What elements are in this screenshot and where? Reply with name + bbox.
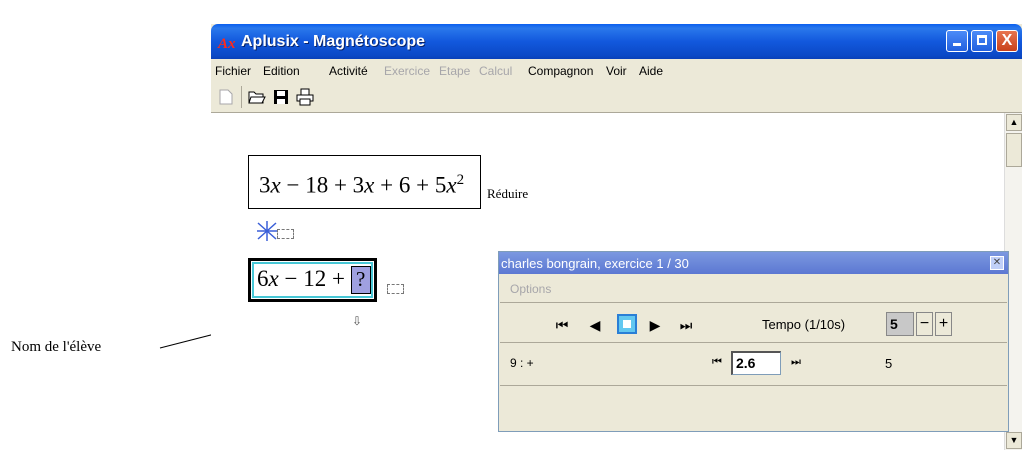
menu-edition[interactable]: Edition: [263, 64, 300, 78]
toolbar-separator: [241, 86, 242, 108]
play-forward-icon: ▶: [649, 317, 661, 333]
time-back-button[interactable]: ⏮: [709, 351, 725, 373]
empty-annotation-box[interactable]: [277, 229, 294, 239]
tempo-decrease-button[interactable]: −: [916, 312, 933, 336]
next-step-button[interactable]: ▶: [644, 314, 666, 336]
step-label: 9 : +: [510, 356, 534, 370]
divider: [500, 342, 1007, 343]
app-logo-icon: Ax: [218, 36, 236, 52]
save-disk-icon[interactable]: [270, 86, 292, 108]
title-bar[interactable]: Ax Aplusix - Magnétoscope X: [211, 24, 1022, 59]
tempo-value[interactable]: 5: [886, 312, 914, 336]
printer-icon[interactable]: [294, 86, 316, 108]
stop-button[interactable]: [617, 314, 637, 334]
action-label-reduire: Réduire: [487, 186, 529, 201]
step-count-value: 5: [885, 356, 893, 371]
menu-bar: Fichier Edition Activité Exercice Etape …: [211, 59, 1022, 81]
menu-fichier[interactable]: Fichier: [215, 64, 251, 78]
options-menu[interactable]: Options: [510, 282, 551, 296]
divider: [500, 302, 1007, 303]
player-title-bar[interactable]: charles bongrain, exercice 1 / 30 ✕: [499, 252, 1008, 274]
down-arrow-icon: ⇩: [352, 314, 363, 328]
menu-etape[interactable]: Etape: [439, 64, 470, 78]
skip-to-end-icon: ⏭: [679, 317, 693, 333]
player-close-icon[interactable]: ✕: [990, 256, 1004, 270]
toolbar: [211, 82, 1022, 113]
scroll-up-icon[interactable]: ▲: [1006, 114, 1022, 131]
new-document-icon[interactable]: [215, 86, 237, 108]
menu-exercice[interactable]: Exercice: [384, 64, 430, 78]
divider: [500, 385, 1007, 386]
placeholder-cursor[interactable]: ?: [350, 266, 371, 294]
step-transition-icon[interactable]: [256, 220, 278, 242]
skip-to-start-icon: ⏮: [555, 317, 569, 333]
time-forward-button[interactable]: ⏭: [788, 351, 804, 373]
close-icon: X: [1001, 32, 1013, 49]
expression-box-1[interactable]: 3x − 18 + 3x + 6 + 5x2: [248, 155, 481, 209]
scroll-down-icon[interactable]: ▼: [1006, 432, 1022, 449]
expression-1: 3x − 18 + 3x + 6 + 5x2: [259, 172, 465, 198]
empty-annotation-box-2[interactable]: [387, 284, 404, 294]
menu-compagnon[interactable]: Compagnon: [528, 64, 593, 78]
maximize-icon: [977, 35, 987, 45]
scroll-thumb[interactable]: [1006, 133, 1022, 167]
expression-box-2[interactable]: 6x − 12 + ?: [248, 258, 377, 302]
minimize-button[interactable]: [946, 30, 968, 52]
time-input[interactable]: 2.6: [731, 351, 781, 375]
window-title: Aplusix - Magnétoscope: [241, 33, 426, 50]
menu-aide[interactable]: Aide: [639, 64, 663, 78]
menu-activite[interactable]: Activité: [329, 64, 368, 78]
student-exercise-title: charles bongrain, exercice 1 / 30: [501, 256, 689, 271]
maximize-button[interactable]: [971, 30, 993, 52]
student-name-callout-label: Nom de l'élève: [11, 339, 102, 355]
close-button[interactable]: X: [996, 30, 1018, 52]
tempo-increase-button[interactable]: +: [935, 312, 952, 336]
expression-2: 6x − 12 + ?: [257, 266, 371, 294]
minimize-icon: [953, 43, 961, 46]
tempo-label: Tempo (1/10s): [762, 317, 846, 332]
previous-step-button[interactable]: ◀: [584, 314, 606, 336]
last-step-button[interactable]: ⏭: [673, 314, 699, 336]
replay-player-window: charles bongrain, exercice 1 / 30 ✕ Opti…: [498, 251, 1009, 432]
menu-voir[interactable]: Voir: [606, 64, 627, 78]
play-backward-icon: ◀: [589, 317, 601, 333]
menu-calcul[interactable]: Calcul: [479, 64, 512, 78]
first-step-button[interactable]: ⏮: [549, 314, 575, 336]
open-folder-icon[interactable]: [246, 86, 268, 108]
